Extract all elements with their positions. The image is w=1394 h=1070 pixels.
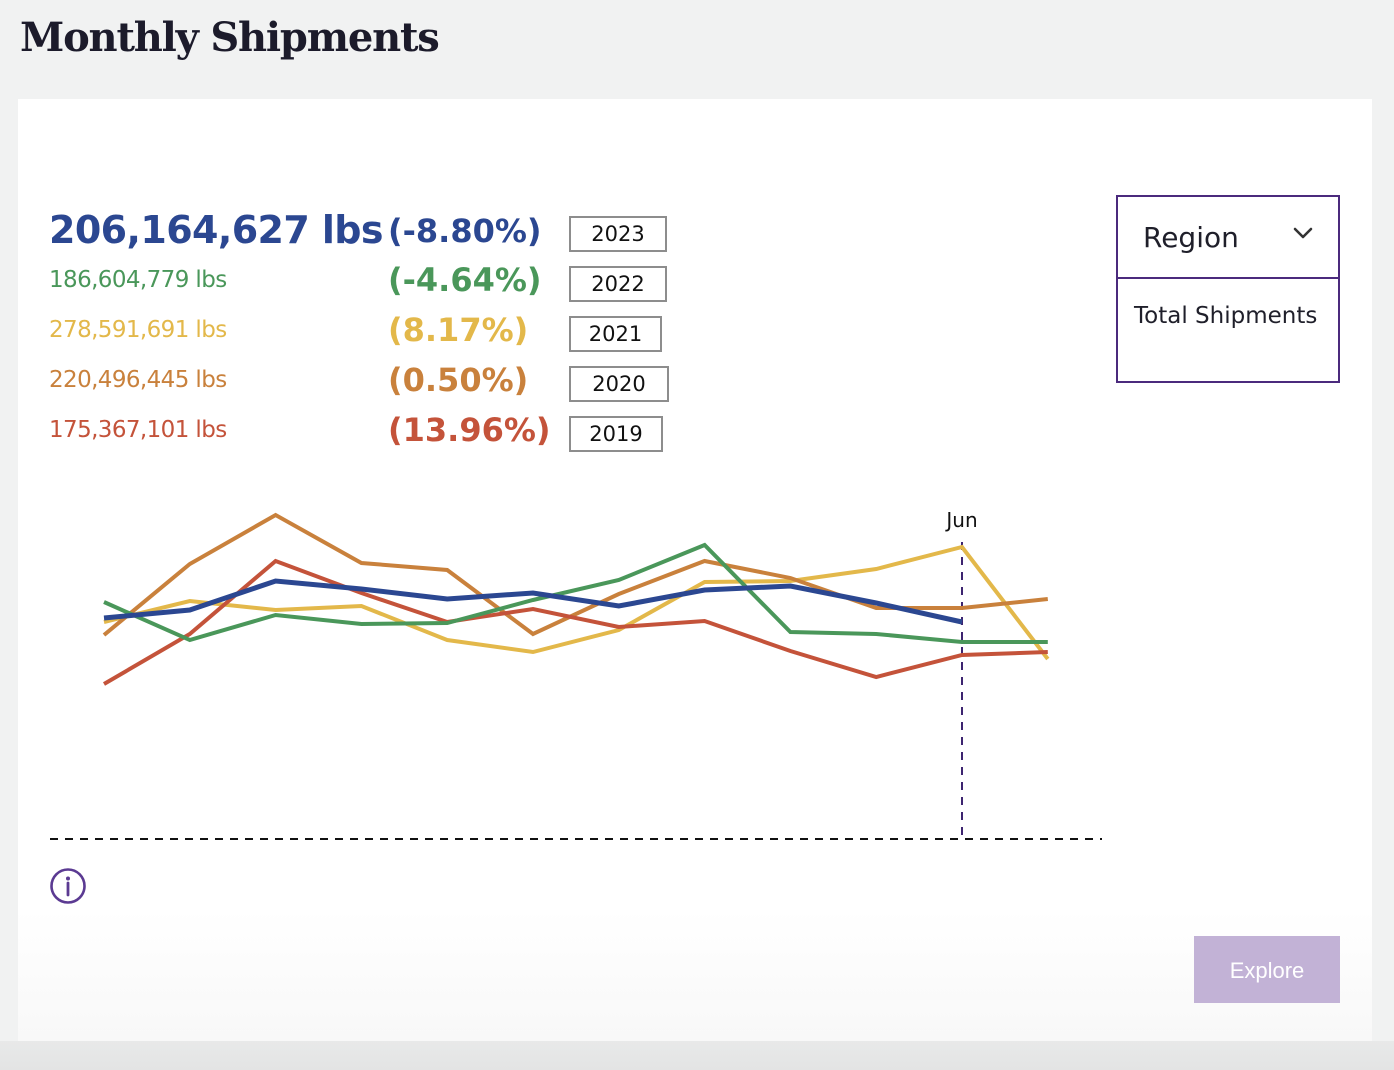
info-icon[interactable] bbox=[49, 867, 87, 905]
series-line-2021 bbox=[103, 544, 1050, 661]
highlight-month-label: Jun bbox=[944, 508, 977, 532]
line-chart: Jun bbox=[50, 508, 1102, 840]
series-lines bbox=[102, 512, 1050, 686]
explore-button[interactable]: Explore bbox=[1194, 936, 1340, 1003]
